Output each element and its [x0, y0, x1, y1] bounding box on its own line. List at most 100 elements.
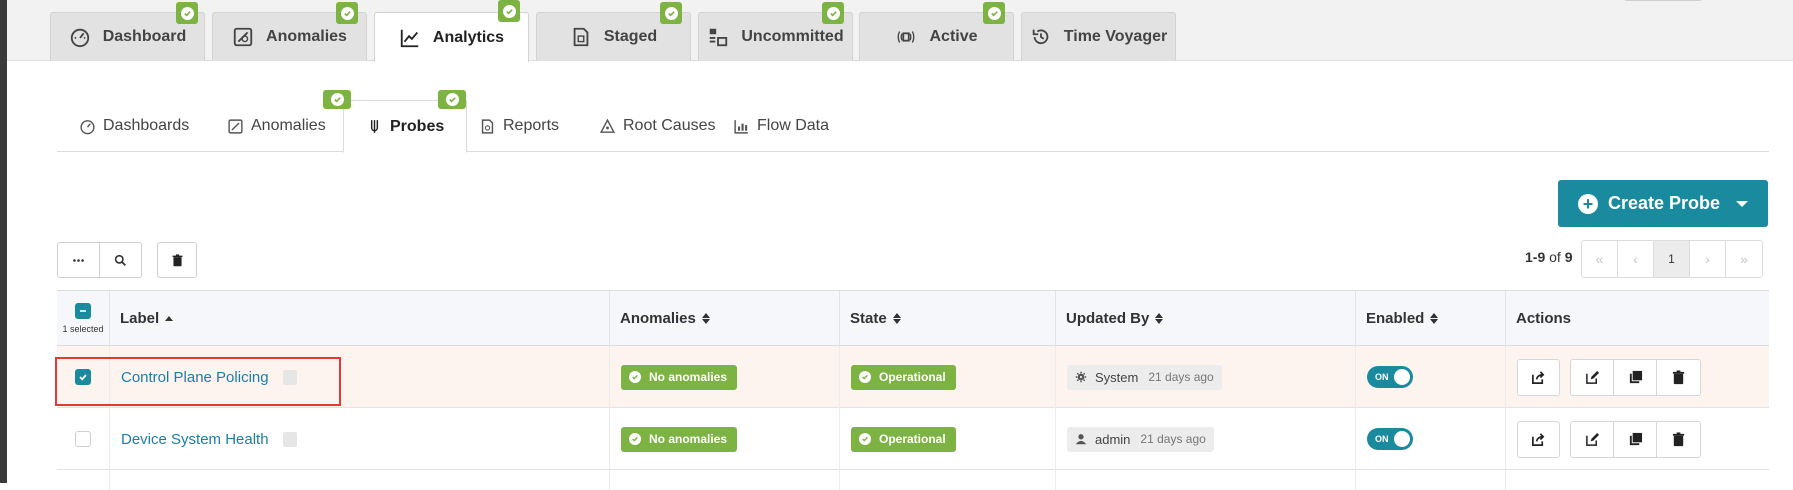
probe-icon	[366, 118, 383, 135]
plus-circle-icon: +	[1577, 193, 1598, 214]
column-label-text: Label	[120, 310, 160, 327]
row-anomalies-cell	[609, 470, 839, 490]
gauge-icon	[69, 26, 91, 48]
subtab-label: Anomalies	[251, 117, 326, 134]
delete-selected-button[interactable]	[157, 242, 197, 278]
anomalies-badge: No anomalies	[621, 426, 738, 452]
tab-label: Time Voyager	[1063, 28, 1168, 45]
row-checkbox[interactable]	[75, 431, 91, 447]
history-icon	[1030, 26, 1052, 48]
column-label[interactable]: Label	[109, 291, 609, 346]
subtab-dashboards[interactable]: Dashboards	[79, 100, 189, 152]
enabled-toggle[interactable]: ON	[1367, 428, 1413, 450]
row-anomalies-cell: No anomalies	[609, 346, 839, 408]
check-circle-icon	[629, 433, 641, 445]
tab-label: Dashboard	[102, 28, 187, 45]
clone-button[interactable]	[1614, 360, 1657, 395]
updated-ago: 21 days ago	[1148, 370, 1214, 384]
toggle-state-label: ON	[1375, 372, 1389, 382]
subtab-reports[interactable]: Reports	[479, 100, 559, 152]
uncommitted-icon	[707, 26, 729, 48]
pagination-of: of	[1549, 249, 1561, 265]
state-badge: Operational	[851, 426, 956, 452]
row-state-cell: Operational	[839, 346, 1055, 408]
shield-alert-icon	[232, 26, 254, 48]
column-actions-text: Actions	[1516, 310, 1572, 327]
left-edge-bar	[0, 0, 7, 483]
export-button[interactable]	[1517, 421, 1560, 458]
column-state[interactable]: State	[839, 291, 1055, 346]
column-enabled[interactable]: Enabled	[1355, 291, 1505, 346]
table-row	[57, 470, 1769, 490]
top-corner-control[interactable]	[1623, 0, 1703, 1]
row-anomalies-cell: No anomalies	[609, 408, 839, 470]
trash-icon	[1672, 432, 1685, 447]
column-updated-by[interactable]: Updated By	[1055, 291, 1355, 346]
page-current-button[interactable]: 1	[1654, 241, 1690, 277]
more-options-button[interactable]	[57, 242, 100, 278]
edit-button[interactable]	[1571, 360, 1614, 395]
sort-icon	[1155, 313, 1164, 324]
row-enabled-cell: ON	[1355, 346, 1505, 408]
pagination-range: 1-9	[1525, 249, 1546, 265]
subtab-label: Reports	[503, 117, 560, 134]
table-header: 1 selected Label Anomalies State Updated…	[57, 291, 1769, 346]
report-icon	[479, 118, 496, 135]
first-page-button[interactable]: «	[1582, 241, 1618, 277]
updated-by-name: System	[1095, 369, 1139, 385]
create-probe-button[interactable]: + Create Probe	[1558, 180, 1768, 227]
state-text: Operational	[879, 370, 946, 384]
column-state-text: State	[850, 310, 887, 327]
ellipsis-icon	[73, 258, 84, 262]
flow-chart-icon	[733, 118, 750, 135]
row-actions-cell	[1505, 408, 1769, 470]
trash-icon	[172, 253, 182, 266]
subtab-anomalies[interactable]: Anomalies	[227, 100, 326, 152]
row-label-cell	[109, 470, 609, 490]
next-page-button[interactable]: ›	[1690, 241, 1726, 277]
subtab-label: Root Causes	[623, 117, 716, 134]
highlight-annotation	[55, 357, 341, 406]
row-enabled-cell	[1355, 470, 1505, 490]
subtab-root-causes[interactable]: Root Causes	[599, 100, 716, 152]
row-updated-cell	[1055, 470, 1355, 490]
pagination-info: 1-9 of 9	[1525, 249, 1573, 265]
updated-by-badge: System 21 days ago	[1067, 364, 1222, 390]
anomalies-badge: No anomalies	[621, 364, 738, 390]
probe-link[interactable]: Device System Health	[121, 431, 269, 448]
subtab-flow-data[interactable]: Flow Data	[733, 100, 829, 152]
last-page-button[interactable]: »	[1726, 241, 1762, 277]
export-button[interactable]	[1517, 359, 1560, 396]
anomalies-text: No anomalies	[649, 432, 728, 446]
delete-button[interactable]	[1657, 360, 1700, 395]
updated-by-badge: admin 21 days ago	[1067, 426, 1214, 452]
create-probe-label: Create Probe	[1607, 193, 1721, 213]
row-updated-cell: System 21 days ago	[1055, 346, 1355, 408]
prev-page-button[interactable]: ‹	[1618, 241, 1654, 277]
sort-icon	[1430, 313, 1439, 324]
check-badge-icon	[438, 90, 466, 109]
row-enabled-cell: ON	[1355, 408, 1505, 470]
column-anomalies[interactable]: Anomalies	[609, 291, 839, 346]
row-action-group	[1570, 421, 1701, 458]
check-badge-icon	[176, 2, 198, 24]
analytics-subnav: Dashboards Anomalies Probes Reports Root…	[57, 100, 1769, 153]
shield-alert-icon	[227, 118, 244, 135]
selection-count: 1 selected	[62, 324, 104, 334]
select-all-checkbox[interactable]	[75, 303, 91, 319]
search-button[interactable]	[99, 242, 142, 278]
tab-time-voyager[interactable]: Time Voyager	[1021, 12, 1176, 61]
check-circle-icon	[859, 371, 871, 383]
predefined-probe-icon	[282, 431, 297, 447]
table-row: Device System Health No anomalies Operat…	[57, 408, 1769, 470]
edit-button[interactable]	[1571, 422, 1614, 457]
select-all-cell: 1 selected	[57, 291, 109, 346]
check-circle-icon	[859, 433, 871, 445]
updated-by-name: admin	[1095, 431, 1131, 447]
column-updated-by-text: Updated By	[1066, 310, 1150, 327]
clone-button[interactable]	[1614, 422, 1657, 457]
enabled-toggle[interactable]: ON	[1367, 366, 1413, 388]
delete-button[interactable]	[1657, 422, 1700, 457]
search-icon	[114, 254, 127, 266]
edit-icon	[1585, 370, 1599, 384]
